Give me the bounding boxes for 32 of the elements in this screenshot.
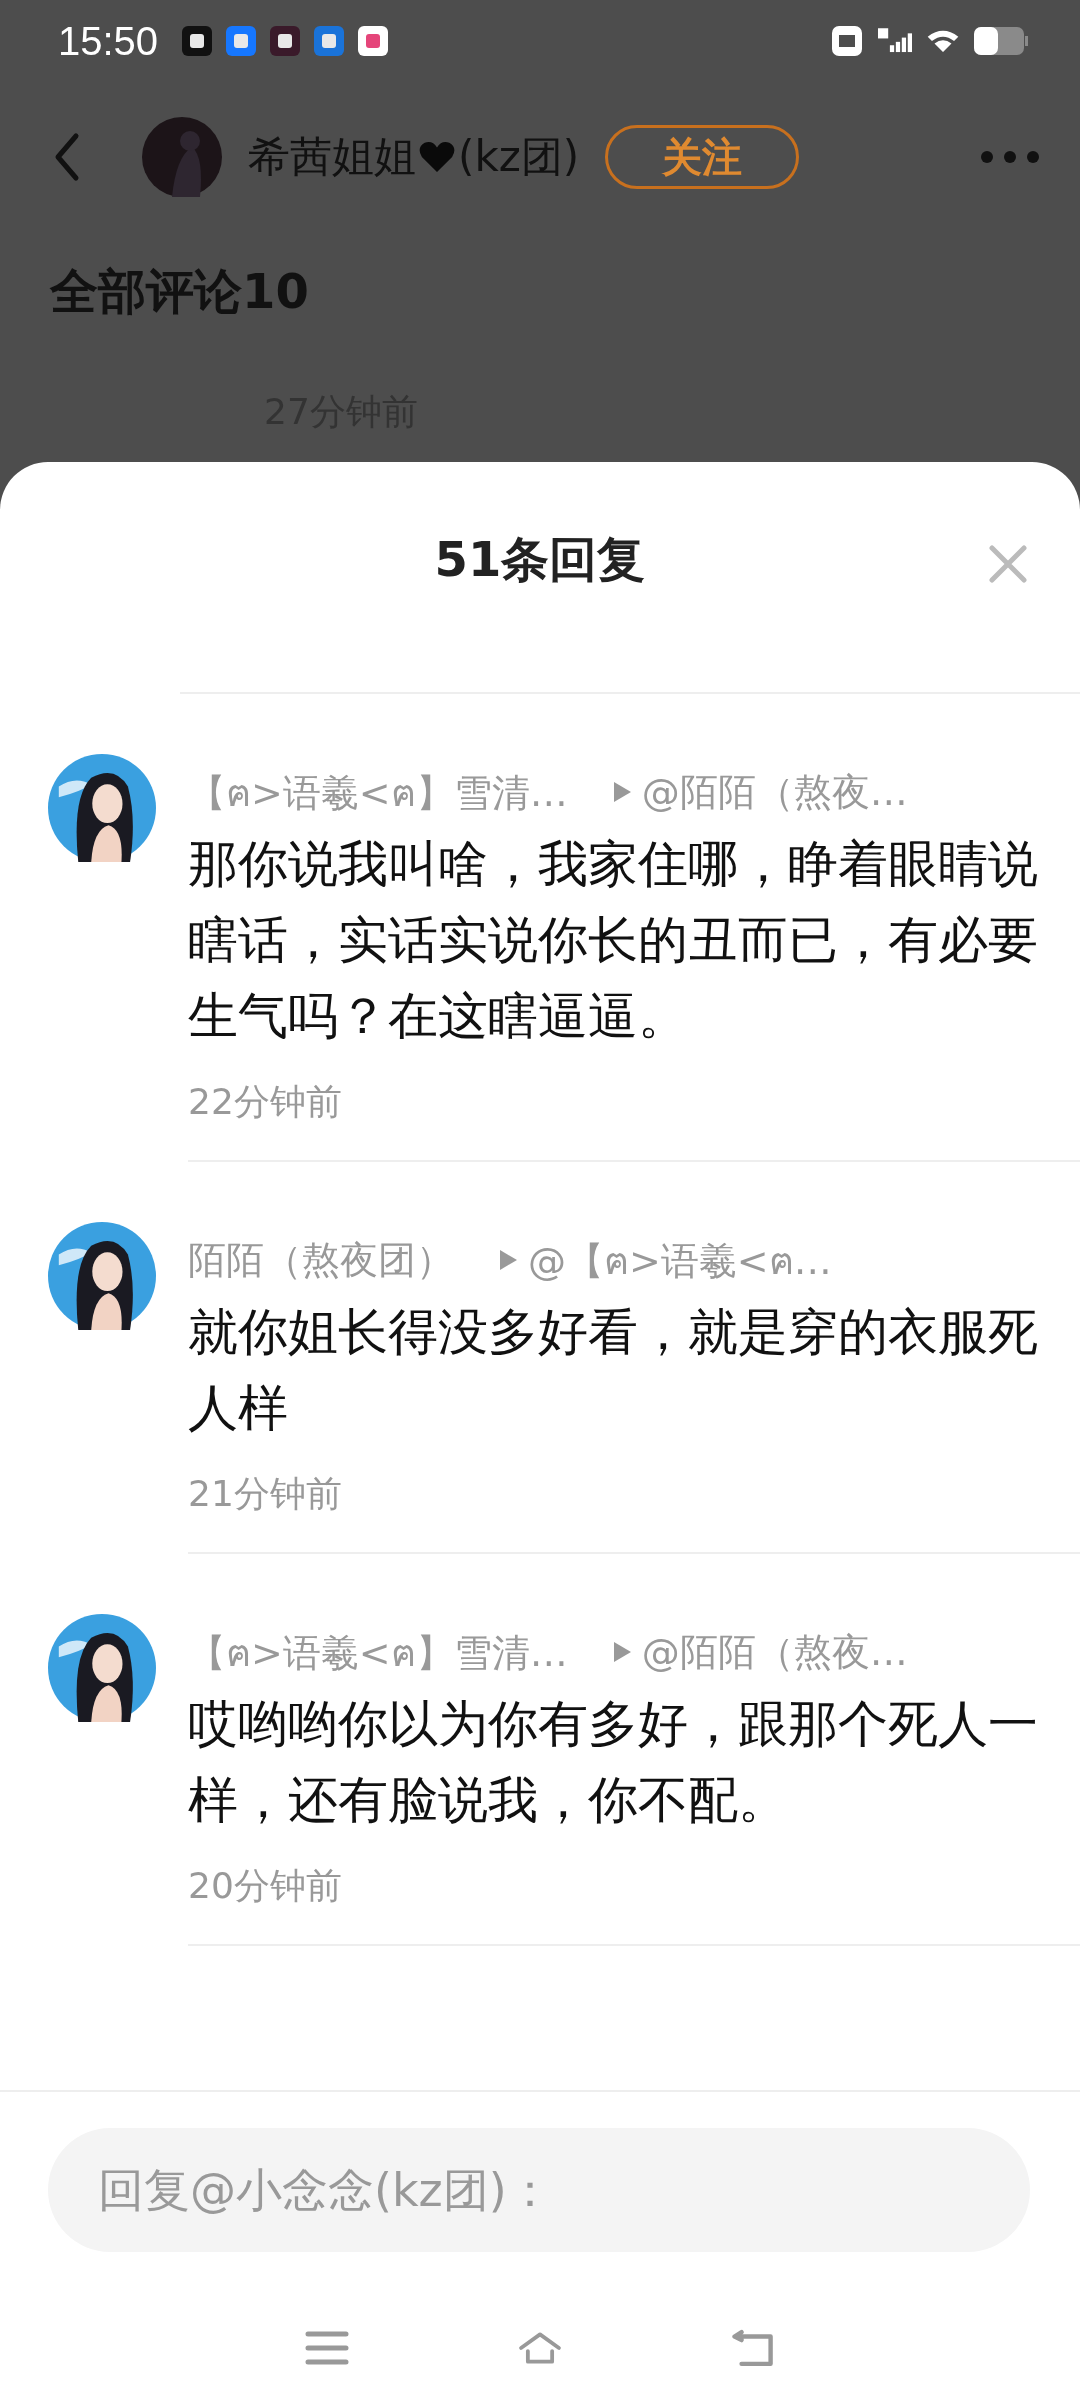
mention-name[interactable]: @【ฅ>语羲<ฅ… <box>528 1229 832 1291</box>
notification-icon <box>270 26 301 56</box>
reply-input[interactable]: 回复@小念念(kz团)： <box>48 2128 1030 2252</box>
timestamp: 21分钟前 <box>188 1472 343 1516</box>
back-icon[interactable] <box>731 2328 776 2368</box>
close-icon[interactable] <box>988 544 1028 584</box>
mention-name[interactable]: @陌陌（熬夜… <box>641 1626 908 1678</box>
arrow-icon <box>611 1641 632 1663</box>
notification-icon <box>226 26 257 56</box>
timestamp: 20分钟前 <box>188 1864 343 1908</box>
arrow-icon <box>498 1249 518 1271</box>
notification-icon <box>314 26 345 56</box>
user-name[interactable]: 【ฅ>语羲<ฅ】雪清… <box>188 761 568 823</box>
battery-icon <box>974 27 1028 55</box>
reply-text: 哎哟哟你以为你有多好，跟那个死人一样，还有脸说我，你不配。 <box>188 1694 1039 1831</box>
more-icon[interactable] <box>980 150 1040 164</box>
notification-icon <box>182 26 213 56</box>
follow-button[interactable]: 关注 <box>605 125 800 189</box>
reply-text: 就你姐长得没多好看，就是穿的衣服死人样 <box>188 1302 1039 1439</box>
reply-text: 那你说我叫啥，我家住哪，睁着眼睛说瞎话，实话实说你长的丑而已，有必要生气吗？在这瞎逼逼。 <box>188 834 1039 1047</box>
section-heading: 全部评论10 <box>50 262 310 321</box>
author-name: 希茜姐姐 <box>248 131 416 183</box>
arrow-icon <box>611 781 632 803</box>
user-name[interactable]: 【ฅ>语羲<ฅ】雪清… <box>188 1621 568 1683</box>
heart-icon <box>418 140 456 174</box>
notification-icon <box>358 26 389 56</box>
user-name[interactable]: 陌陌（熬夜团） <box>188 1234 454 1286</box>
timestamp: 22分钟前 <box>188 1080 343 1124</box>
author-name: (kz团) <box>458 131 580 183</box>
clock: 15:50 <box>58 18 159 64</box>
mention-name[interactable]: @陌陌（熬夜… <box>641 766 908 818</box>
sheet-title: 51条回复 <box>434 530 646 589</box>
